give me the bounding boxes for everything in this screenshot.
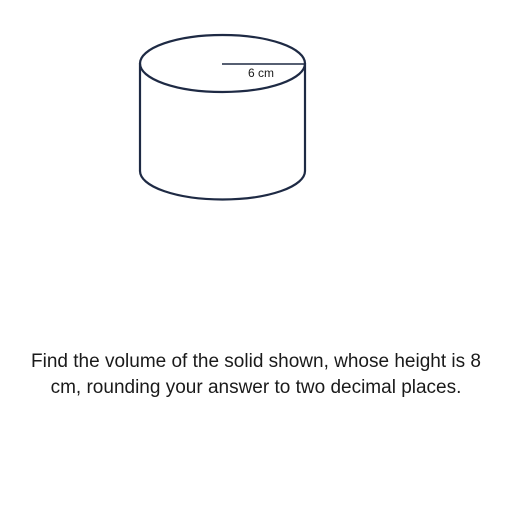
radius-label: 6 cm (248, 66, 274, 80)
question-text: Find the volume of the solid shown, whos… (31, 351, 481, 398)
cylinder (138, 33, 307, 201)
cylinder-figure: 6 cm (138, 33, 307, 201)
cylinder-bottom-arc (138, 169, 307, 201)
